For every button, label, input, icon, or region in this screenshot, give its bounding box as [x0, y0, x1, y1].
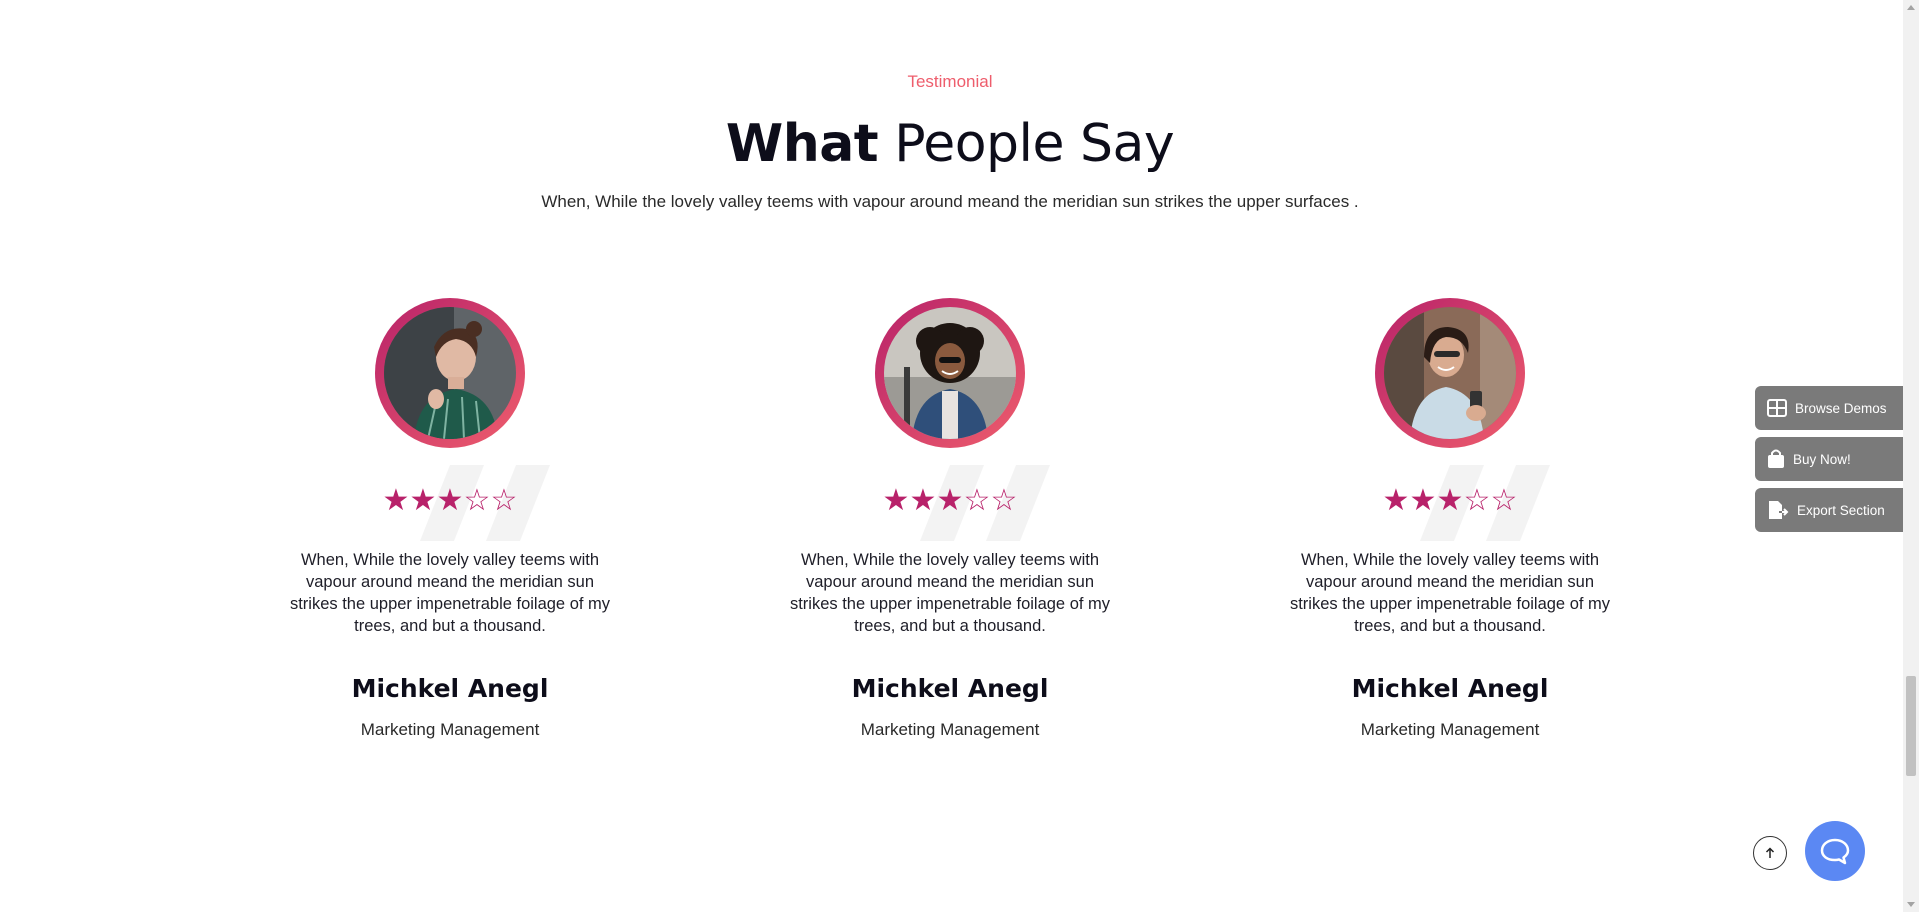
star-rating: ★★★☆☆	[770, 486, 1130, 516]
export-section-label: Export Section	[1797, 502, 1885, 518]
star-filled-icon: ★	[1382, 484, 1411, 517]
star-rating: ★★★☆☆	[1270, 486, 1630, 516]
buy-now-button[interactable]: Buy Now!	[1755, 437, 1903, 481]
star-empty-icon: ☆	[463, 484, 492, 517]
scroll-up-icon[interactable]	[1907, 5, 1915, 10]
avatar-ring	[875, 298, 1025, 448]
testimonial-name: Michkel Anegl	[851, 674, 1049, 703]
star-empty-icon: ☆	[963, 484, 992, 517]
avatar-ring	[1375, 298, 1525, 448]
testimonial-name: Michkel Anegl	[1351, 674, 1549, 703]
star-empty-icon: ☆	[1463, 484, 1492, 517]
section-heading: What People Say	[0, 112, 1900, 176]
scrollbar-thumb[interactable]	[1906, 676, 1916, 776]
export-section-button[interactable]: Export Section	[1755, 488, 1903, 532]
testimonial-role: Marketing Management	[860, 720, 1040, 739]
heading-light: People Say	[894, 114, 1175, 174]
avatar-ring	[375, 298, 525, 448]
testimonial-quote: When, While the lovely valley teems with…	[289, 551, 611, 635]
star-filled-icon: ★	[1436, 484, 1465, 517]
browse-demos-label: Browse Demos	[1795, 400, 1887, 416]
section-eyebrow: Testimonial	[907, 72, 993, 91]
avatar	[884, 307, 1016, 439]
star-filled-icon: ★	[409, 484, 438, 517]
star-rating: ★★★☆☆	[270, 486, 630, 516]
star-empty-icon: ☆	[1490, 484, 1519, 517]
avatar	[1384, 307, 1516, 439]
page-scrollbar[interactable]	[1903, 0, 1919, 912]
star-empty-icon: ☆	[490, 484, 519, 517]
section-subtitle: When, While the lovely valley teems with…	[541, 192, 1359, 211]
buy-now-label: Buy Now!	[1793, 451, 1851, 467]
testimonial-quote: When, While the lovely valley teems with…	[1289, 551, 1611, 635]
shopping-bag-icon	[1768, 449, 1784, 468]
testimonial-role: Marketing Management	[360, 720, 540, 739]
star-filled-icon: ★	[436, 484, 465, 517]
testimonial-quote: When, While the lovely valley teems with…	[789, 551, 1111, 635]
testimonial-role: Marketing Management	[1360, 720, 1540, 739]
chat-bubble-icon	[1820, 838, 1850, 865]
testimonial-card: ★★★☆☆ When, While the lovely valley teem…	[770, 298, 1130, 758]
heading-strong: What	[725, 114, 879, 174]
browse-demos-button[interactable]: Browse Demos	[1755, 386, 1903, 430]
back-to-top-button[interactable]	[1753, 836, 1787, 870]
star-filled-icon: ★	[382, 484, 411, 517]
side-panel: Browse Demos Buy Now! Export Section	[1755, 386, 1903, 539]
star-filled-icon: ★	[909, 484, 938, 517]
testimonial-card: ★★★☆☆ When, While the lovely valley teem…	[1270, 298, 1630, 758]
star-empty-icon: ☆	[990, 484, 1019, 517]
star-filled-icon: ★	[1409, 484, 1438, 517]
grid-icon	[1767, 399, 1787, 417]
testimonial-section: Testimonial What People Say When, While …	[0, 0, 1903, 912]
arrow-up-icon	[1765, 847, 1775, 858]
scroll-down-icon[interactable]	[1907, 902, 1915, 907]
testimonial-card: ★★★☆☆ When, While the lovely valley teem…	[270, 298, 630, 758]
avatar	[384, 307, 516, 439]
chat-button[interactable]	[1805, 821, 1865, 881]
star-filled-icon: ★	[936, 484, 965, 517]
export-file-icon	[1769, 501, 1789, 519]
testimonial-name: Michkel Anegl	[351, 674, 549, 703]
star-filled-icon: ★	[882, 484, 911, 517]
